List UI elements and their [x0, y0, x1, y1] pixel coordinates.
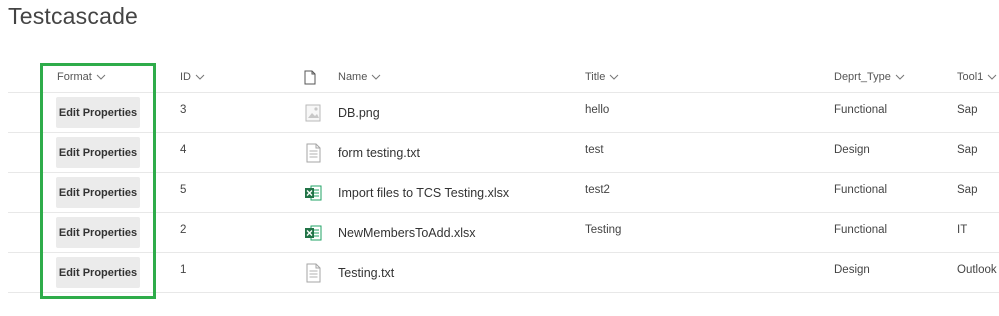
item-title: test2 — [585, 184, 610, 196]
item-id: 4 — [180, 144, 187, 156]
column-header-tool1[interactable]: Tool1 — [957, 62, 997, 92]
column-header-deprt-type[interactable]: Deprt_Type — [834, 62, 905, 92]
item-name-link[interactable]: Import files to TCS Testing.xlsx — [338, 173, 509, 212]
chevron-down-icon — [987, 74, 997, 80]
item-tool1: Sap — [957, 144, 978, 156]
file-type-cell — [304, 173, 322, 212]
edit-properties-button[interactable]: Edit Properties — [56, 137, 140, 168]
item-tool1: IT — [957, 224, 968, 236]
column-header-file-type[interactable] — [304, 62, 316, 92]
item-name-link[interactable]: form testing.txt — [338, 133, 420, 172]
item-tool1: Outlook — [957, 264, 997, 276]
edit-properties-button[interactable]: Edit Properties — [56, 97, 140, 128]
document-icon — [304, 70, 316, 84]
item-title: Testing — [585, 224, 622, 236]
column-header-label: Tool1 — [957, 71, 984, 83]
column-header-label: Format — [57, 71, 92, 83]
column-header-title[interactable]: Title — [585, 62, 619, 92]
column-header-format[interactable]: Format — [57, 62, 106, 92]
column-header-name[interactable]: Name — [338, 62, 381, 92]
item-deprt-type: Functional — [834, 104, 888, 116]
excel-file-icon — [305, 185, 322, 200]
item-title: test — [585, 144, 604, 156]
chevron-down-icon — [895, 74, 905, 80]
file-type-cell — [304, 133, 322, 172]
item-tool1: Sap — [957, 104, 978, 116]
text-file-icon — [306, 143, 321, 162]
list-row[interactable]: Edit Properties 3 DB.png hello Functiona… — [8, 93, 999, 133]
image-file-icon — [305, 104, 321, 121]
document-list: Format ID Name Title Deprt_Type Tool1 Ed… — [0, 62, 999, 293]
column-header-id[interactable]: ID — [180, 62, 205, 92]
column-header-label: Title — [585, 71, 606, 83]
item-name-link[interactable]: Testing.txt — [338, 253, 394, 292]
file-type-cell — [304, 213, 322, 252]
item-id: 5 — [180, 184, 187, 196]
edit-properties-button[interactable]: Edit Properties — [56, 217, 140, 248]
edit-properties-button[interactable]: Edit Properties — [56, 177, 140, 208]
item-deprt-type: Functional — [834, 224, 888, 236]
item-id: 3 — [180, 104, 187, 116]
column-header-label: ID — [180, 71, 191, 83]
page-title: Testcascade — [8, 3, 139, 29]
item-deprt-type: Design — [834, 144, 870, 156]
item-id: 1 — [180, 264, 187, 276]
item-id: 2 — [180, 224, 187, 236]
item-tool1: Sap — [957, 184, 978, 196]
chevron-down-icon — [371, 74, 381, 80]
item-deprt-type: Design — [834, 264, 870, 276]
column-header-label: Deprt_Type — [834, 71, 891, 83]
column-header-label: Name — [338, 71, 368, 83]
item-name-link[interactable]: NewMembersToAdd.xlsx — [338, 213, 476, 252]
chevron-down-icon — [610, 74, 619, 80]
chevron-down-icon — [96, 74, 106, 80]
chevron-down-icon — [195, 74, 205, 80]
item-deprt-type: Functional — [834, 184, 888, 196]
excel-file-icon — [305, 225, 322, 240]
file-type-cell — [304, 253, 322, 292]
edit-properties-button[interactable]: Edit Properties — [56, 257, 140, 288]
list-row[interactable]: Edit Properties 1 Testing.txt Design Out… — [8, 253, 999, 293]
item-name-link[interactable]: DB.png — [338, 93, 380, 132]
list-row[interactable]: Edit Properties 2 NewMembersToAdd.xlsx T… — [8, 213, 999, 253]
list-row[interactable]: Edit Properties 5 Import files to TCS Te… — [8, 173, 999, 213]
list-row[interactable]: Edit Properties 4 form testing.txt test … — [8, 133, 999, 173]
file-type-cell — [304, 93, 322, 132]
item-title: hello — [585, 104, 610, 116]
list-header-row: Format ID Name Title Deprt_Type Tool1 — [8, 62, 999, 93]
text-file-icon — [306, 263, 321, 282]
